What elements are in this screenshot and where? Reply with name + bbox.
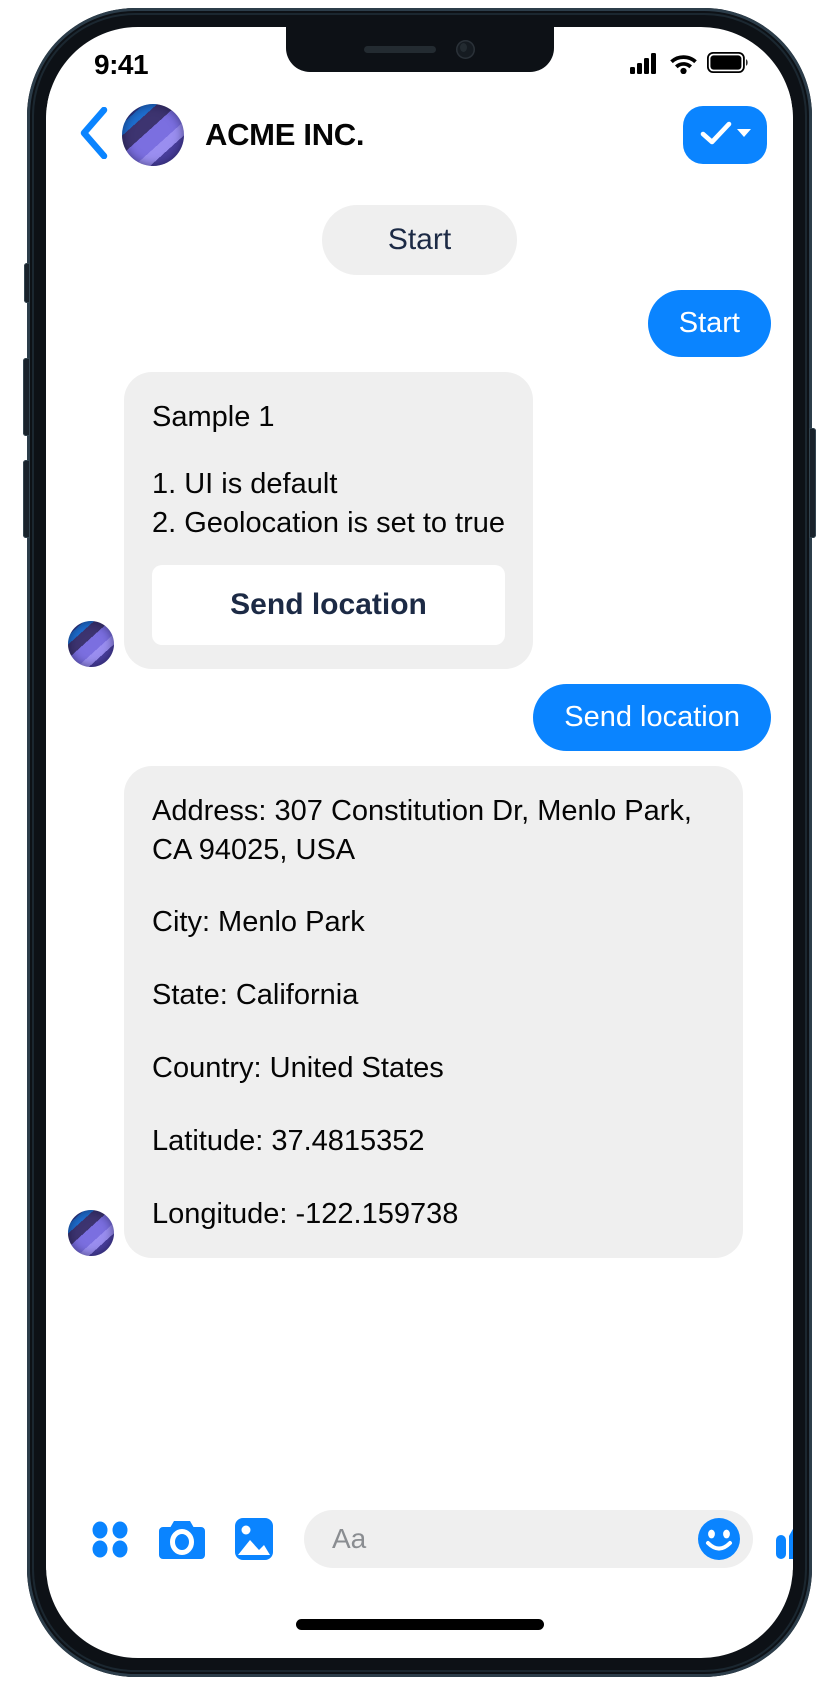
location-state: State: California [152, 976, 715, 1015]
message-row-sent: Start [68, 290, 771, 357]
smiley-face-icon[interactable] [693, 1513, 745, 1565]
cellular-signal-icon [630, 52, 660, 79]
location-city: City: Menlo Park [152, 903, 715, 942]
camera-icon[interactable] [156, 1513, 208, 1565]
conversation-status-button[interactable] [683, 106, 767, 164]
message-input[interactable] [332, 1523, 693, 1555]
four-dot-grid-icon[interactable] [84, 1513, 136, 1565]
status-icons [630, 52, 749, 79]
composer-bar [46, 1508, 793, 1570]
earpiece-speaker [364, 46, 436, 53]
status-time: 9:41 [94, 49, 148, 81]
message-list: Start Start Sample 1 1. UI is default 2.… [46, 181, 793, 1508]
message-row-received: Sample 1 1. UI is default 2. Geolocation… [68, 372, 771, 669]
photo-gallery-icon[interactable] [228, 1513, 280, 1565]
volume-down-button[interactable] [23, 460, 30, 538]
home-indicator[interactable] [296, 1619, 544, 1630]
checkmark-icon [699, 120, 733, 151]
location-country: Country: United States [152, 1049, 715, 1088]
caret-down-icon [736, 126, 752, 144]
phone-frame: 9:41 [27, 8, 812, 1677]
page-title: ACME INC. [205, 117, 683, 153]
bubble-title: Sample 1 [152, 398, 505, 437]
notch [286, 27, 554, 72]
message-bubble-location[interactable]: Address: 307 Constitution Dr, Menlo Park… [124, 766, 743, 1258]
bubble-list-item-1: 1. UI is default [152, 465, 505, 504]
message-row-received: Address: 307 Constitution Dr, Menlo Park… [68, 766, 771, 1258]
message-bubble-sent[interactable]: Send location [533, 684, 771, 751]
back-button[interactable] [72, 107, 116, 164]
battery-icon [707, 52, 749, 78]
location-address: Address: 307 Constitution Dr, Menlo Park… [152, 792, 715, 870]
send-location-button[interactable]: Send location [152, 565, 505, 645]
sender-avatar [68, 1210, 114, 1256]
thumbs-up-icon[interactable] [773, 1513, 793, 1565]
volume-up-button[interactable] [23, 358, 30, 436]
phone-screen: 9:41 [46, 27, 793, 1658]
message-input-wrapper[interactable] [304, 1510, 753, 1568]
back-chevron-icon [79, 107, 109, 164]
avatar[interactable] [122, 104, 184, 166]
silent-switch[interactable] [24, 263, 30, 303]
bubble-list-item-2: 2. Geolocation is set to true [152, 504, 505, 543]
message-bubble-received[interactable]: Sample 1 1. UI is default 2. Geolocation… [124, 372, 533, 669]
message-row-sent: Send location [68, 684, 771, 751]
location-longitude: Longitude: -122.159738 [152, 1195, 715, 1234]
power-button[interactable] [809, 428, 816, 538]
quick-reply-row: Start [68, 205, 771, 275]
message-bubble-sent[interactable]: Start [648, 290, 771, 357]
bubble-spacer [152, 437, 505, 465]
front-camera-icon [456, 40, 475, 59]
location-latitude: Latitude: 37.4815352 [152, 1122, 715, 1161]
chat-header: ACME INC. [46, 89, 793, 181]
sender-avatar [68, 621, 114, 667]
wifi-icon [669, 52, 698, 79]
quick-reply-start[interactable]: Start [322, 205, 517, 275]
